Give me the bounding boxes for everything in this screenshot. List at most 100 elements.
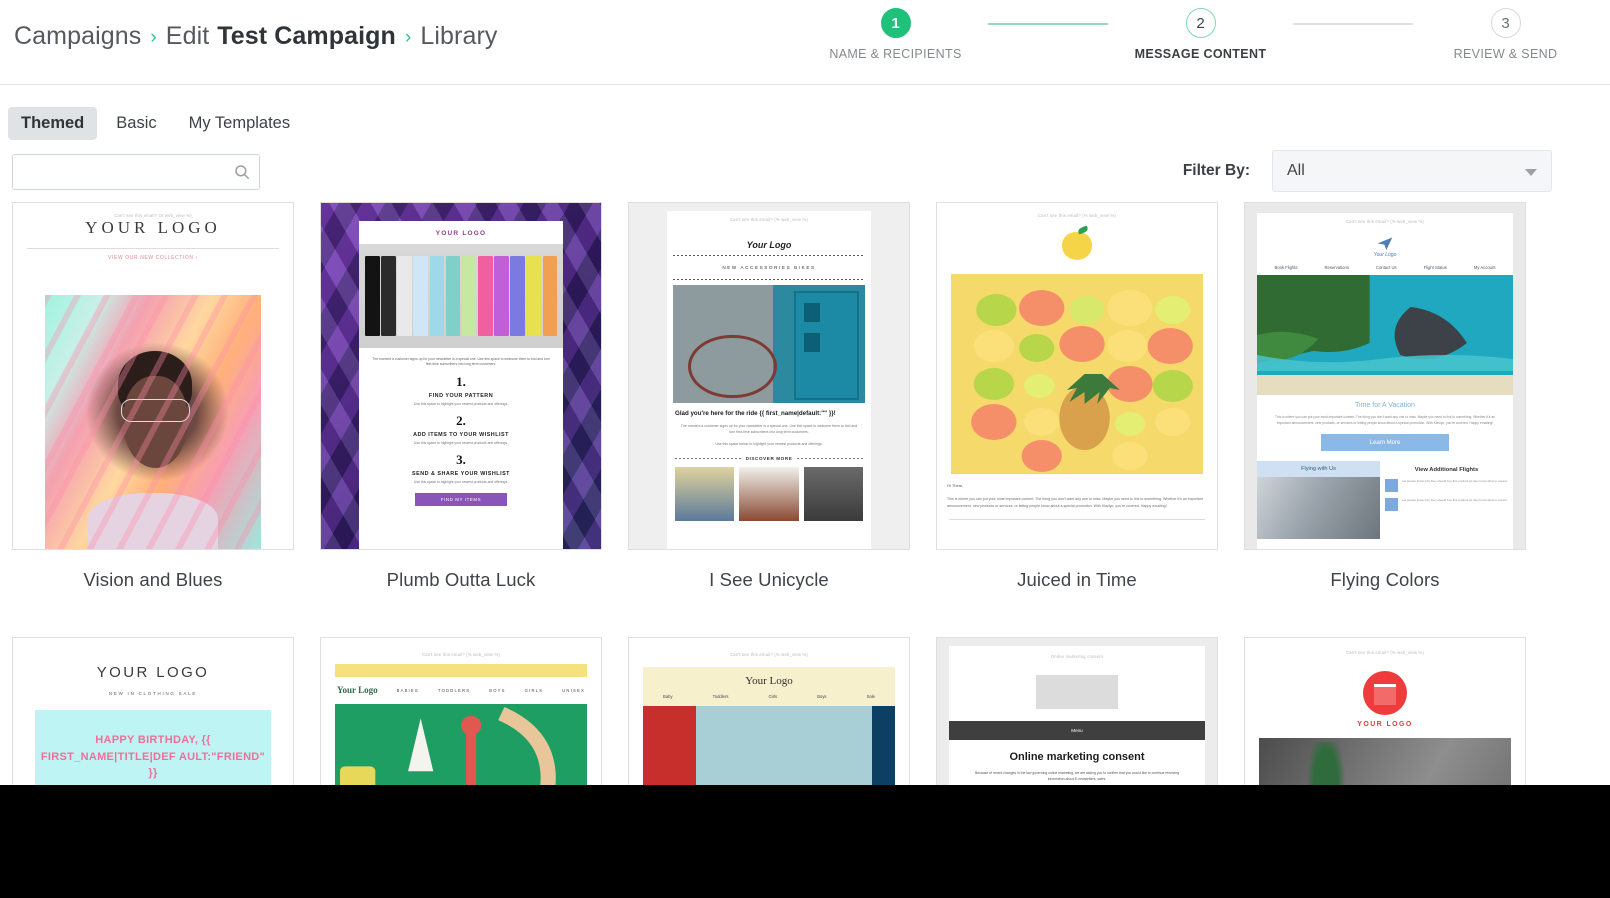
flight-icon — [1385, 479, 1398, 493]
tpl5-panel-item-1: Let people know why they should buy this… — [1402, 479, 1508, 484]
tpl4-preheader: Can't see this email? {% web_view %} — [1037, 213, 1117, 218]
breadcrumb: Campaigns › Edit Test Campaign › Library — [14, 22, 498, 51]
tpl5-button: Learn More — [1321, 434, 1449, 452]
tpl3-divider-label: DISCOVER MORE — [745, 456, 793, 462]
r2c-nav: Baby Toddlers Girls Boys Sale — [643, 687, 895, 699]
template-thumbnail[interactable]: YOUR LOGO The moment a customer signs up… — [320, 202, 602, 550]
template-thumbnail[interactable]: Can't see this email? {% web_view %} You… — [628, 202, 910, 550]
filter-control: Filter By: All — [1183, 150, 1552, 192]
r2c-nav-1: Toddlers — [712, 694, 729, 699]
step-3-label: REVIEW & SEND — [1453, 47, 1558, 61]
tab-basic[interactable]: Basic — [103, 107, 169, 140]
tpl5-hero-image — [1257, 275, 1513, 395]
tpl3-body-2: Use this space below to highlight your n… — [715, 441, 823, 446]
tab-my-templates[interactable]: My Templates — [176, 107, 303, 140]
tpl1-preheader: Can't see this email? Or web_view %} — [114, 213, 192, 218]
tpl4-panel: Can't see this email? {% web_view %} Hi … — [937, 203, 1217, 549]
tpl2-step-1-head: FIND YOUR PATTERN — [428, 393, 494, 400]
r2d-body: Because of recent changes in the law gov… — [975, 771, 1179, 781]
tpl4-hero-image — [951, 274, 1203, 474]
tpl3-divider: DISCOVER MORE — [667, 447, 871, 461]
r2a-left-note — [27, 648, 28, 652]
tpl2-product-strip — [359, 244, 563, 348]
tpl5-nav-4: My Account — [1473, 265, 1496, 270]
tpl5-nav-0: Book Flights — [1274, 265, 1298, 270]
r2c-nav-3: Boys — [817, 694, 827, 699]
viewport-cutoff-bar — [0, 785, 1610, 898]
template-card-i-see-unicycle[interactable]: Can't see this email? {% web_view %} You… — [628, 202, 910, 591]
r2a-headline: HAPPY BIRTHDAY, {{ FIRST_NAME|TITLE|DEF … — [40, 734, 266, 779]
tpl2-step-1-sub: Use this space to highlight your newest … — [413, 402, 509, 407]
tpl2-step-1-num: 1. — [456, 374, 466, 390]
r2d-logo-placeholder — [1036, 675, 1118, 709]
tpl2-step-3-head: SEND & SHARE YOUR WISHLIST — [412, 471, 510, 478]
tpl3-logo: Your Logo — [746, 240, 792, 250]
tpl4-greeting: Hi There, — [947, 483, 964, 488]
tpl2-logo: YOUR LOGO — [435, 230, 487, 237]
breadcrumb-item-edit[interactable]: Edit — [166, 22, 209, 51]
r2a-right-note — [278, 648, 279, 652]
template-card-juiced-in-time[interactable]: Can't see this email? {% web_view %} Hi … — [936, 202, 1218, 591]
step-2-circle: 2 — [1185, 8, 1216, 38]
step-1-label: NAME & RECIPIENTS — [829, 47, 962, 61]
tab-themed[interactable]: Themed — [8, 107, 98, 140]
r2c-nav-0: Baby — [663, 694, 673, 699]
tpl5-panel-item-2: Let people know why they should buy this… — [1402, 498, 1508, 503]
tpl2-button: FIND MY ITEMS — [415, 493, 507, 507]
template-row-1: Can't see this email? Or web_view %} YOU… — [6, 202, 1604, 591]
template-title: Vision and Blues — [83, 569, 223, 590]
tpl5-body: This is where you can put your most impo… — [1274, 415, 1495, 425]
breadcrumb-item-campaign-name[interactable]: Test Campaign — [217, 22, 396, 51]
flight-icon-2 — [1385, 498, 1398, 512]
template-category-tabs: Themed Basic My Templates — [0, 85, 1610, 140]
template-title: Plumb Outta Luck — [386, 569, 536, 590]
tpl1-logo: YOUR LOGO — [85, 218, 221, 237]
r2d-headline: Online marketing consent — [1009, 751, 1145, 763]
step-message-content[interactable]: 2 MESSAGE CONTENT — [1108, 8, 1293, 61]
tpl3-product-row — [667, 461, 871, 522]
tpl3-body: The moment a customer signs up for your … — [680, 424, 858, 434]
tpl5-nav: Book Flights Reservations Contact Us Fli… — [1257, 258, 1513, 275]
template-thumbnail[interactable]: Can't see this email? Or web_view %} YOU… — [12, 202, 294, 550]
step-name-recipients[interactable]: 1 NAME & RECIPIENTS — [803, 8, 988, 61]
step-indicator: 1 NAME & RECIPIENTS 2 MESSAGE CONTENT 3 … — [803, 8, 1598, 61]
tpl2-intro: The moment a customer signs up for your … — [372, 357, 550, 367]
step-connector-2 — [1293, 23, 1413, 25]
chevron-right-icon: › — [150, 27, 157, 48]
tpl2-panel: YOUR LOGO The moment a customer signs up… — [359, 221, 563, 549]
r2d-preheader: Online marketing consent — [1050, 654, 1104, 659]
template-thumbnail[interactable]: Can't see this email? {% web_view %} You… — [1244, 202, 1526, 550]
tpl5-panel-right-title: View Additional Flights — [1414, 467, 1479, 474]
step-connector-1 — [988, 23, 1108, 25]
template-thumbnail[interactable]: Can't see this email? {% web_view %} Hi … — [936, 202, 1218, 550]
r2b-band — [335, 664, 587, 677]
tpl3-preheader: Can't see this email? {% web_view %} — [729, 217, 809, 222]
tpl5-two-col: Flying with Us View Additional Flights L… — [1257, 461, 1513, 549]
r2c-preheader: Can't see this email? {% web_view %} — [729, 652, 809, 657]
template-card-plumb-outta-luck[interactable]: YOUR LOGO The moment a customer signs up… — [320, 202, 602, 591]
template-card-vision-and-blues[interactable]: Can't see this email? Or web_view %} YOU… — [12, 202, 294, 591]
search-input[interactable] — [12, 154, 260, 190]
r2b-nav-0: BABIES — [396, 687, 419, 693]
r2e-logo: YOUR LOGO — [1357, 721, 1413, 728]
tpl4-divider — [949, 519, 1205, 521]
r2b-nav-3: GIRLS — [524, 687, 544, 693]
r2c-band: Your Logo Baby Toddlers Girls Boys Sale — [643, 667, 895, 706]
r2a-logo: YOUR LOGO — [96, 664, 210, 681]
r2c-logo: Your Logo — [745, 675, 793, 687]
r2b-preheader: Can't see this email? {% web_view %} — [421, 652, 501, 657]
template-title: Flying Colors — [1330, 569, 1440, 590]
step-2-label: MESSAGE CONTENT — [1134, 47, 1267, 61]
step-review-send[interactable]: 3 REVIEW & SEND — [1413, 8, 1598, 61]
tpl5-headline: Time for A Vacation — [1355, 402, 1415, 409]
breadcrumb-item-campaigns[interactable]: Campaigns — [14, 22, 141, 51]
template-card-flying-colors[interactable]: Can't see this email? {% web_view %} You… — [1244, 202, 1526, 591]
tpl2-step-2-num: 2. — [456, 413, 466, 429]
paper-plane-icon — [1374, 236, 1396, 252]
r2c-nav-4: Sale — [866, 694, 875, 699]
tpl5-nav-3: Flight Status — [1423, 265, 1447, 270]
filter-selected-value: All — [1287, 162, 1305, 179]
tpl5-panel: Can't see this email? {% web_view %} You… — [1257, 213, 1513, 549]
filter-select[interactable]: All — [1272, 150, 1552, 192]
breadcrumb-item-library[interactable]: Library — [420, 22, 497, 51]
